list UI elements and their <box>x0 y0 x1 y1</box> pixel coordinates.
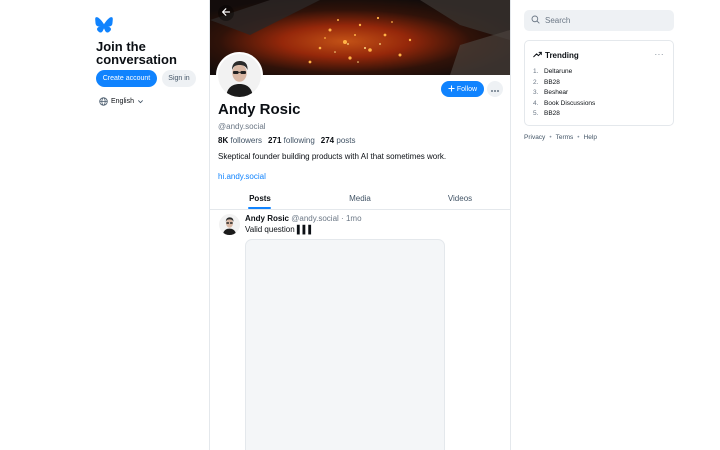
chevron-down-icon <box>137 98 144 105</box>
follow-button[interactable]: Follow <box>441 81 484 97</box>
profile-avatar[interactable] <box>216 52 263 99</box>
profile-name: Andy Rosic <box>218 101 301 118</box>
post-header: Andy Rosic @andy.social · 1mo <box>245 214 362 223</box>
ellipsis-icon <box>490 80 500 98</box>
language-label: English <box>111 97 134 105</box>
profile-column: Follow Andy Rosic @andy.social 8K follow… <box>209 0 511 450</box>
list-item[interactable]: 2. BB28 <box>533 78 595 89</box>
right-column: Search Trending ··· 1. Deltarune 2. BB28 3… <box>524 0 674 450</box>
trending-list: 1. Deltarune 2. BB28 3. Beshear 4. Book Disc… <box>533 67 595 120</box>
followers-stat[interactable]: 8K followers <box>218 136 262 145</box>
search-placeholder: Search <box>545 16 571 25</box>
post-text: Valid question ▌▌▌ <box>245 225 314 234</box>
list-item[interactable]: 5. BB28 <box>533 109 595 120</box>
left-column: Join the conversation Create account Sig… <box>0 0 210 450</box>
post-separator: · <box>341 214 344 223</box>
posts-stat: 274 posts <box>320 136 356 145</box>
back-button[interactable] <box>218 5 234 21</box>
privacy-link[interactable]: Privacy <box>524 134 545 141</box>
profile-tabs: Posts Media Videos <box>210 188 510 210</box>
tab-videos[interactable]: Videos <box>410 188 510 209</box>
join-conversation-title: Join the conversation <box>96 39 177 67</box>
following-stat[interactable]: 271 following <box>268 136 315 145</box>
tab-posts[interactable]: Posts <box>210 188 310 209</box>
plus-icon <box>448 84 455 94</box>
post-media[interactable] <box>245 239 445 450</box>
post-time[interactable]: 1mo <box>346 214 362 223</box>
trending-up-icon <box>533 51 542 60</box>
footer-separator: • <box>549 134 552 141</box>
help-link[interactable]: Help <box>584 134 597 141</box>
profile-link[interactable]: hi.andy.social <box>218 172 266 181</box>
profile-handle: @andy.social <box>218 122 266 131</box>
footer-separator: • <box>577 134 580 141</box>
more-options-button[interactable] <box>487 81 503 97</box>
language-selector[interactable]: English <box>99 96 144 106</box>
trending-more-icon[interactable]: ··· <box>655 50 665 59</box>
search-input[interactable]: Search <box>524 10 674 31</box>
arrow-left-icon <box>221 4 231 22</box>
trending-title: Trending <box>533 51 579 60</box>
search-icon <box>531 15 540 26</box>
list-item[interactable]: 3. Beshear <box>533 88 595 99</box>
globe-icon <box>99 96 108 106</box>
profile-bio: Skeptical founder building products with… <box>218 152 447 161</box>
post-handle[interactable]: @andy.social <box>291 214 339 223</box>
bluesky-butterfly-icon[interactable] <box>95 17 113 33</box>
profile-stats: 8K followers 271 following 274 posts <box>218 136 356 145</box>
list-item[interactable]: 4. Book Discussions <box>533 99 595 110</box>
post-author[interactable]: Andy Rosic <box>245 214 289 223</box>
terms-link[interactable]: Terms <box>556 134 574 141</box>
avatar[interactable] <box>219 214 240 235</box>
feed-post[interactable]: Andy Rosic @andy.social · 1mo Valid ques… <box>210 210 510 450</box>
footer-links: Privacy • Terms • Help <box>524 134 597 141</box>
trending-panel: Trending ··· 1. Deltarune 2. BB28 3. Beshea… <box>524 40 674 126</box>
follow-label: Follow <box>456 85 478 93</box>
tab-media[interactable]: Media <box>310 188 410 209</box>
list-item[interactable]: 1. Deltarune <box>533 67 595 78</box>
sign-in-button[interactable]: Sign in <box>162 70 196 87</box>
create-account-button[interactable]: Create account <box>96 70 157 87</box>
